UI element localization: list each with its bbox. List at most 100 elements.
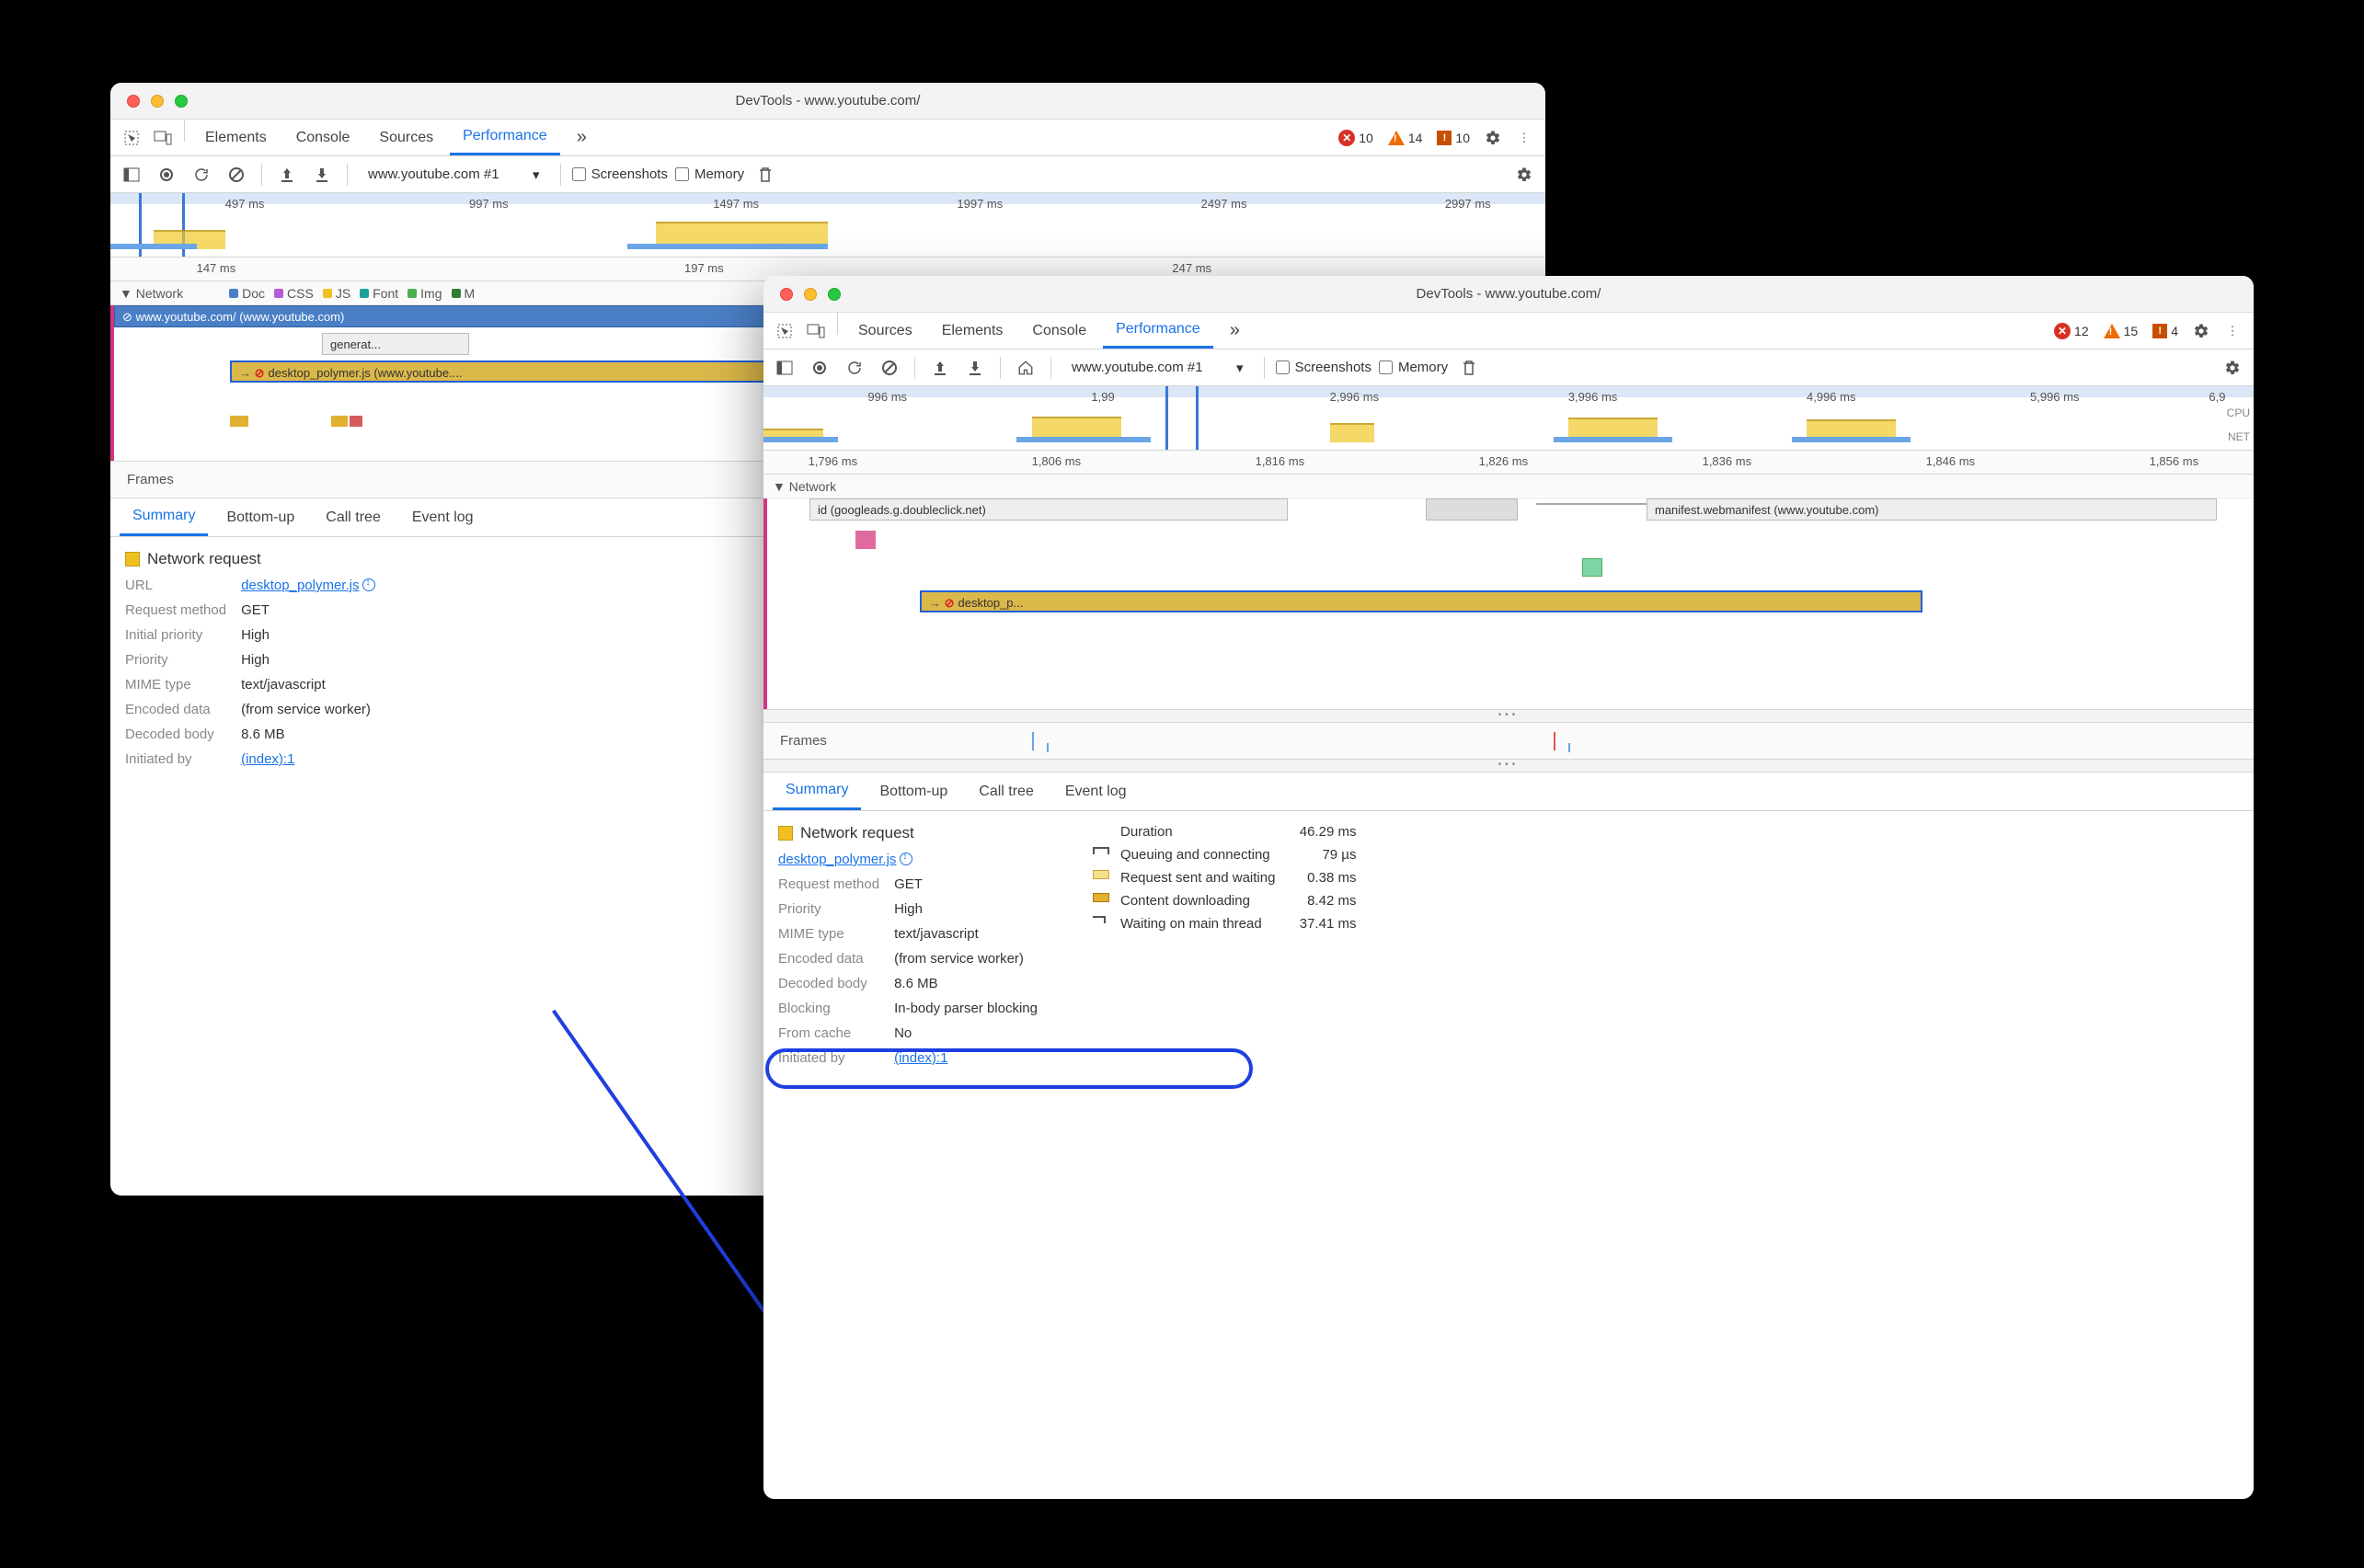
tab-sources[interactable]: Sources xyxy=(366,120,446,155)
overview-tick: 6,9 xyxy=(2209,390,2225,404)
zoom-icon[interactable] xyxy=(828,288,841,301)
toggle-sidebar-icon[interactable] xyxy=(771,361,798,375)
sent-mark-icon xyxy=(1093,870,1109,879)
frames-track[interactable]: Frames xyxy=(763,723,2254,760)
device-icon[interactable] xyxy=(802,313,830,349)
close-icon[interactable] xyxy=(780,288,793,301)
recording-select[interactable]: www.youtube.com #1▾ xyxy=(359,162,549,188)
overview-timeline[interactable]: 497 ms 997 ms 1497 ms 1997 ms 2497 ms 29… xyxy=(110,193,1545,258)
trash-icon[interactable] xyxy=(752,166,779,183)
clear-icon[interactable] xyxy=(876,360,903,376)
errors-badge[interactable]: ✕12 xyxy=(2054,313,2089,349)
overview-tick: 997 ms xyxy=(469,197,509,211)
tabs-overflow-icon[interactable]: » xyxy=(564,120,600,155)
js-swatch-icon xyxy=(778,826,793,841)
frames-label: Frames xyxy=(780,733,827,749)
subtab-eventlog[interactable]: Event log xyxy=(399,498,487,536)
screenshots-checkbox[interactable]: Screenshots xyxy=(1276,360,1371,375)
memory-checkbox[interactable]: Memory xyxy=(675,166,744,182)
gear-icon[interactable] xyxy=(2187,313,2215,349)
subtab-eventlog[interactable]: Event log xyxy=(1052,773,1140,810)
waiting-value: 37.41 ms xyxy=(1282,916,1356,932)
priority-label: Priority xyxy=(125,652,226,668)
network-row-selected[interactable]: → ⊘desktop_polymer.js (www.youtube.... xyxy=(230,361,800,383)
ruler-tick: 1,796 ms xyxy=(809,454,857,468)
tab-elements[interactable]: Elements xyxy=(192,120,280,155)
warnings-badge[interactable]: 14 xyxy=(1388,120,1423,155)
gear-icon[interactable] xyxy=(1510,166,1538,183)
subtab-bottomup[interactable]: Bottom-up xyxy=(213,498,307,536)
home-icon[interactable] xyxy=(1012,360,1039,376)
warnings-badge[interactable]: 15 xyxy=(2104,313,2139,349)
issues-badge[interactable]: !10 xyxy=(1437,120,1470,155)
download-icon[interactable] xyxy=(961,360,989,376)
priority-value: High xyxy=(241,652,375,668)
inspect-icon[interactable] xyxy=(771,313,798,349)
network-row[interactable]: generat... xyxy=(322,333,469,355)
frames-label: Frames xyxy=(127,472,174,487)
record-icon[interactable] xyxy=(153,167,180,182)
ruler-tick: 147 ms xyxy=(197,261,236,275)
initiated-by-link[interactable]: (index):1 xyxy=(241,751,294,767)
device-icon[interactable] xyxy=(149,120,177,155)
url-link[interactable]: desktop_polymer.js xyxy=(778,852,912,867)
tab-performance[interactable]: Performance xyxy=(450,120,560,155)
screenshots-checkbox[interactable]: Screenshots xyxy=(572,166,668,182)
clear-icon[interactable] xyxy=(223,166,250,183)
overview-tick: 1,99 xyxy=(1091,390,1114,404)
tab-performance[interactable]: Performance xyxy=(1103,313,1213,349)
overview-tick: 996 ms xyxy=(867,390,907,404)
minimize-icon[interactable] xyxy=(151,95,164,108)
request-method-label: Request method xyxy=(125,602,226,618)
gear-icon[interactable] xyxy=(2219,360,2246,376)
subtab-bottomup[interactable]: Bottom-up xyxy=(866,773,960,810)
recording-select[interactable]: www.youtube.com #1▾ xyxy=(1062,355,1253,381)
subtab-summary[interactable]: Summary xyxy=(773,773,861,810)
ruler-tick: 1,816 ms xyxy=(1256,454,1304,468)
kebab-icon[interactable]: ⋮ xyxy=(2219,313,2246,349)
gear-icon[interactable] xyxy=(1479,120,1507,155)
tab-console[interactable]: Console xyxy=(1019,313,1099,349)
ruler-tick: 1,836 ms xyxy=(1703,454,1751,468)
record-icon[interactable] xyxy=(806,361,833,375)
network-lane-header[interactable]: ▼ Network xyxy=(763,475,2254,498)
subtab-calltree[interactable]: Call tree xyxy=(966,773,1047,810)
network-row-selected[interactable]: → ⊘desktop_p... xyxy=(920,590,1922,612)
download-icon[interactable] xyxy=(308,166,336,183)
overview-net-label: NET xyxy=(2228,430,2250,443)
network-row[interactable]: ⊘ www.youtube.com/ (www.youtube.com) xyxy=(114,305,786,327)
minimize-icon[interactable] xyxy=(804,288,817,301)
upload-icon[interactable] xyxy=(926,360,954,376)
mime-type-value: text/javascript xyxy=(241,677,375,692)
tab-elements[interactable]: Elements xyxy=(929,313,1016,349)
close-icon[interactable] xyxy=(127,95,140,108)
url-link[interactable]: desktop_polymer.js xyxy=(241,578,375,593)
inspect-icon[interactable] xyxy=(118,120,145,155)
network-row[interactable] xyxy=(1426,498,1518,521)
network-row[interactable]: id (googleads.g.doubleclick.net) xyxy=(809,498,1288,521)
sent-label: Request sent and waiting xyxy=(1120,870,1275,886)
kebab-icon[interactable]: ⋮ xyxy=(1510,120,1538,155)
network-row[interactable]: manifest.webmanifest (www.youtube.com) xyxy=(1647,498,2217,521)
reload-icon[interactable] xyxy=(841,360,868,376)
overview-tick: 2997 ms xyxy=(1445,197,1491,211)
errors-badge[interactable]: ✕10 xyxy=(1338,120,1373,155)
issues-badge[interactable]: !4 xyxy=(2152,313,2178,349)
overview-timeline[interactable]: 996 ms 1,99 2,996 ms 3,996 ms 4,996 ms 5… xyxy=(763,386,2254,451)
sent-value: 0.38 ms xyxy=(1282,870,1356,886)
subtab-summary[interactable]: Summary xyxy=(120,498,208,536)
collapse-handle[interactable]: ••• xyxy=(763,760,2254,773)
memory-checkbox[interactable]: Memory xyxy=(1379,360,1448,375)
tab-console[interactable]: Console xyxy=(283,120,363,155)
tabs-overflow-icon[interactable]: » xyxy=(1217,313,1253,349)
zoom-icon[interactable] xyxy=(175,95,188,108)
reload-icon[interactable] xyxy=(188,166,215,183)
toggle-sidebar-icon[interactable] xyxy=(118,167,145,182)
upload-icon[interactable] xyxy=(273,166,301,183)
time-ruler[interactable]: 1,796 ms 1,806 ms 1,816 ms 1,826 ms 1,83… xyxy=(763,451,2254,475)
queuing-mark-icon xyxy=(1093,847,1109,854)
tab-sources[interactable]: Sources xyxy=(845,313,925,349)
trash-icon[interactable] xyxy=(1455,360,1483,376)
subtab-calltree[interactable]: Call tree xyxy=(313,498,394,536)
collapse-handle[interactable]: ••• xyxy=(763,710,2254,723)
